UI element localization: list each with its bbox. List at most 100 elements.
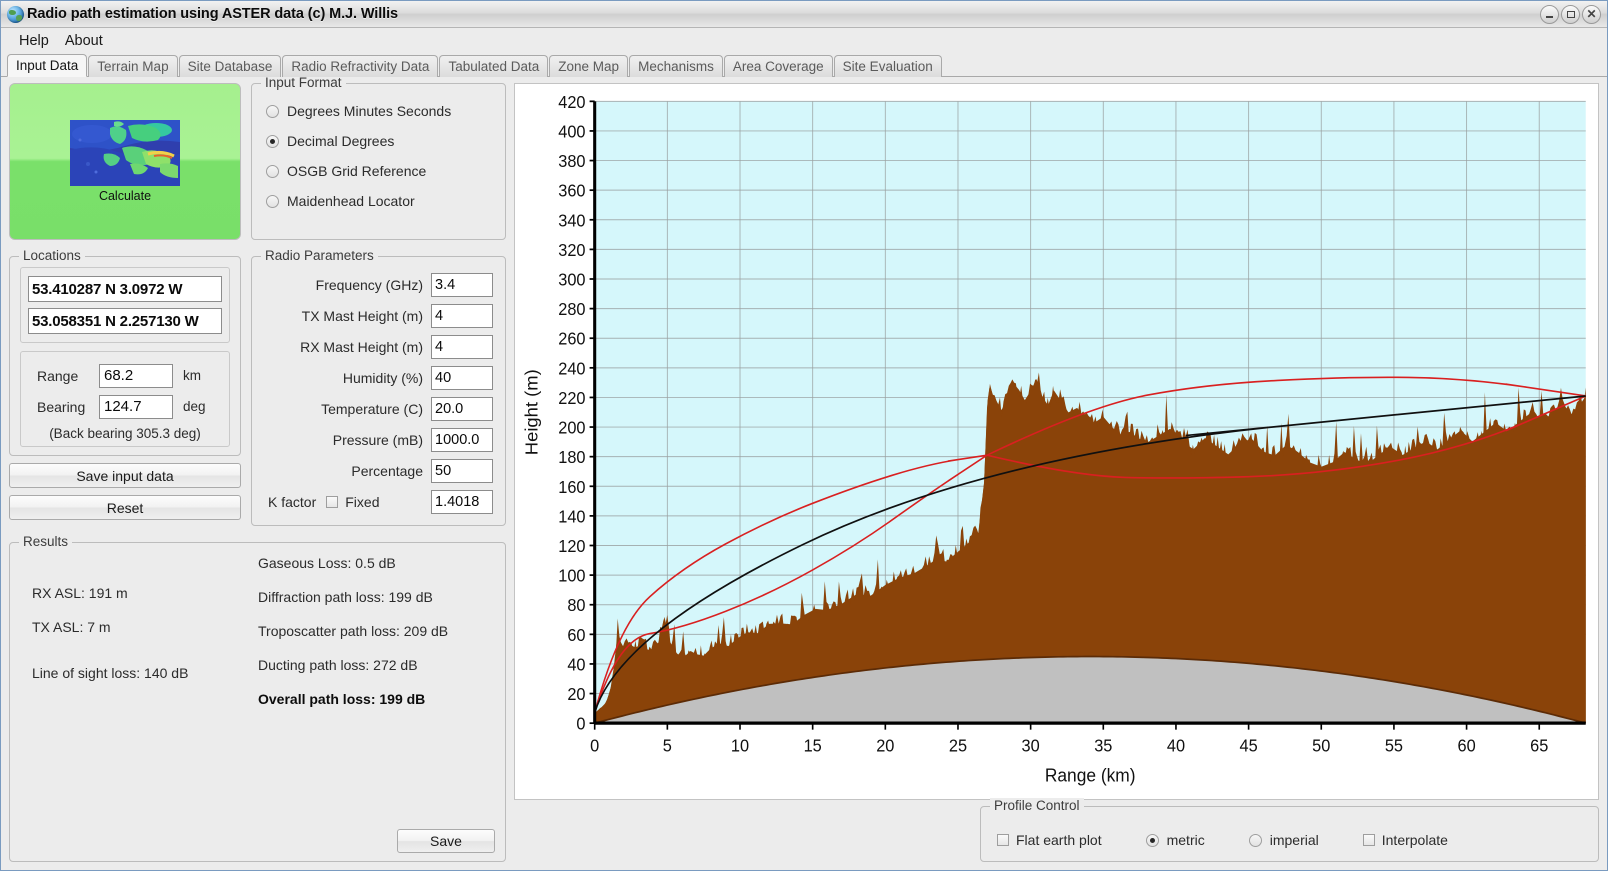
frequency-label: Frequency (GHz)	[315, 276, 423, 293]
diffraction-path-loss-text: Diffraction path loss: 199 dB	[258, 589, 433, 605]
interpolate-checkbox[interactable]: Interpolate	[1362, 832, 1448, 848]
pressure-label: Pressure (mB)	[332, 431, 423, 448]
temperature-label: Temperature (C)	[321, 400, 423, 417]
svg-text:5: 5	[663, 736, 672, 756]
top-row: Calculate Input Format Degrees Minutes S…	[9, 75, 506, 240]
metric-radio[interactable]: metric	[1145, 832, 1205, 848]
mid-row: Locations 53.410287 N 3.0972 W 53.058351…	[9, 248, 506, 526]
gaseous-loss-text: Gaseous Loss: 0.5 dB	[258, 555, 396, 571]
locations-column: Locations 53.410287 N 3.0972 W 53.058351…	[9, 248, 241, 526]
bearing-label: Bearing	[37, 398, 86, 415]
svg-text:0: 0	[590, 736, 599, 756]
tab-terrain-map[interactable]: Terrain Map	[88, 55, 178, 77]
tab-radio-refractivity-data[interactable]: Radio Refractivity Data	[282, 55, 439, 77]
percentage-input[interactable]: 50	[431, 458, 493, 483]
rx-mast-height-input[interactable]: 4	[431, 334, 493, 359]
radio-degrees-minutes-seconds[interactable]: Degrees Minutes Seconds	[266, 96, 495, 126]
kfactor-input[interactable]: 1.4018	[431, 489, 493, 514]
svg-text:120: 120	[558, 537, 585, 557]
save-input-data-button[interactable]: Save input data	[9, 463, 241, 488]
svg-text:380: 380	[558, 152, 585, 172]
right-panel: 0 20 40 60 80 100 120 140 160 180 200 220 240 260 280 3…	[514, 83, 1599, 862]
svg-text:180: 180	[558, 448, 585, 468]
tab-mechanisms[interactable]: Mechanisms	[629, 55, 723, 77]
left-panel: Calculate Input Format Degrees Minutes S…	[9, 75, 506, 862]
bearing-input[interactable]: 124.7	[99, 394, 173, 419]
tx-asl-text: TX ASL: 7 m	[32, 619, 111, 635]
tab-tabulated-data[interactable]: Tabulated Data	[439, 55, 549, 77]
profile-control-group: Profile Control Flat earth plot metric i…	[980, 798, 1599, 862]
svg-text:Height (m): Height (m)	[522, 369, 541, 455]
save-results-button[interactable]: Save	[397, 829, 495, 853]
tab-bar: Input Data Terrain Map Site Database Rad…	[1, 53, 1607, 77]
radio-icon-imperial	[1248, 833, 1262, 847]
frequency-row: Frequency (GHz) 3.4	[260, 269, 493, 300]
window-controls: ✕	[1540, 4, 1603, 24]
humidity-input[interactable]: 40	[431, 365, 493, 390]
tab-input-data[interactable]: Input Data	[7, 54, 88, 77]
radio-icon-osgb	[266, 164, 279, 178]
svg-text:260: 260	[558, 329, 585, 349]
terrain-profile-chart[interactable]: 0 20 40 60 80 100 120 140 160 180 200 220 240 260 280 3…	[514, 83, 1599, 800]
reset-button[interactable]: Reset	[9, 495, 241, 520]
results-legend: Results	[19, 534, 73, 549]
bearing-row: Bearing 124.7 deg	[27, 391, 223, 422]
menu-item-help[interactable]: Help	[11, 31, 57, 51]
kfactor-fixed-checkbox[interactable]: Fixed	[326, 494, 431, 510]
frequency-input[interactable]: 3.4	[431, 272, 493, 297]
tab-content-input-data: Calculate Input Format Degrees Minutes S…	[1, 75, 1607, 870]
radio-osgb-grid-reference[interactable]: OSGB Grid Reference	[266, 156, 495, 186]
window-title: Radio path estimation using ASTER data (…	[27, 6, 398, 22]
radio-decimal-degrees[interactable]: Decimal Degrees	[266, 126, 495, 156]
tx-coordinate-input[interactable]: 53.410287 N 3.0972 W	[28, 276, 222, 302]
svg-text:40: 40	[567, 655, 585, 675]
close-button[interactable]: ✕	[1582, 4, 1601, 24]
radio-icon-decimal-degrees	[266, 134, 279, 148]
temperature-row: Temperature (C) 20.0	[260, 393, 493, 424]
pressure-input[interactable]: 1000.0	[431, 427, 493, 452]
coordinates-panel: 53.410287 N 3.0972 W 53.058351 N 2.25713…	[20, 267, 230, 343]
application-window: Radio path estimation using ASTER data (…	[0, 0, 1608, 871]
minimize-button[interactable]	[1540, 4, 1559, 24]
tab-site-evaluation[interactable]: Site Evaluation	[833, 55, 942, 77]
svg-text:45: 45	[1240, 736, 1258, 756]
checkbox-icon-flat-earth	[997, 834, 1009, 846]
bearing-unit: deg	[183, 399, 206, 414]
imperial-radio[interactable]: imperial	[1248, 832, 1319, 848]
checkbox-icon-interpolate	[1362, 834, 1375, 846]
calculate-button[interactable]: Calculate	[9, 83, 241, 240]
svg-text:240: 240	[558, 359, 585, 379]
radio-parameters-group: Radio Parameters Frequency (GHz) 3.4 TX …	[251, 248, 506, 526]
menu-bar: Help About	[1, 28, 1607, 53]
svg-text:140: 140	[558, 507, 585, 527]
tx-mast-height-label: TX Mast Height (m)	[301, 307, 423, 324]
svg-text:280: 280	[558, 300, 585, 320]
rx-coordinate-input[interactable]: 53.058351 N 2.257130 W	[28, 308, 222, 334]
svg-text:40: 40	[1167, 736, 1185, 756]
tab-site-database[interactable]: Site Database	[178, 55, 282, 77]
svg-text:Range (km): Range (km)	[1045, 765, 1136, 786]
minimize-icon	[1546, 15, 1553, 18]
range-input[interactable]: 68.2	[99, 363, 173, 388]
tx-mast-height-input[interactable]: 4	[431, 303, 493, 328]
imperial-label: imperial	[1269, 832, 1319, 848]
results-left-column: RX ASL: 191 m TX ASL: 7 m Line of sight …	[20, 555, 252, 853]
svg-text:55: 55	[1385, 736, 1403, 756]
svg-text:35: 35	[1094, 736, 1112, 756]
flat-earth-plot-checkbox[interactable]: Flat earth plot	[997, 832, 1102, 848]
chart-svg: 0204060801001201401601802002202402602803…	[522, 92, 1587, 786]
maximize-button[interactable]	[1561, 4, 1580, 24]
tab-zone-map[interactable]: Zone Map	[549, 55, 629, 77]
radio-maidenhead-locator[interactable]: Maidenhead Locator	[266, 186, 495, 216]
rx-asl-text: RX ASL: 191 m	[32, 585, 128, 601]
svg-text:300: 300	[558, 270, 585, 290]
title-bar: Radio path estimation using ASTER data (…	[1, 1, 1607, 28]
temperature-input[interactable]: 20.0	[431, 396, 493, 421]
tx-mast-height-row: TX Mast Height (m) 4	[260, 300, 493, 331]
locations-legend: Locations	[19, 248, 85, 263]
svg-text:10: 10	[731, 736, 749, 756]
svg-text:65: 65	[1530, 736, 1548, 756]
tab-area-coverage[interactable]: Area Coverage	[723, 55, 833, 77]
menu-item-about[interactable]: About	[57, 31, 111, 51]
metric-label: metric	[1166, 832, 1205, 848]
